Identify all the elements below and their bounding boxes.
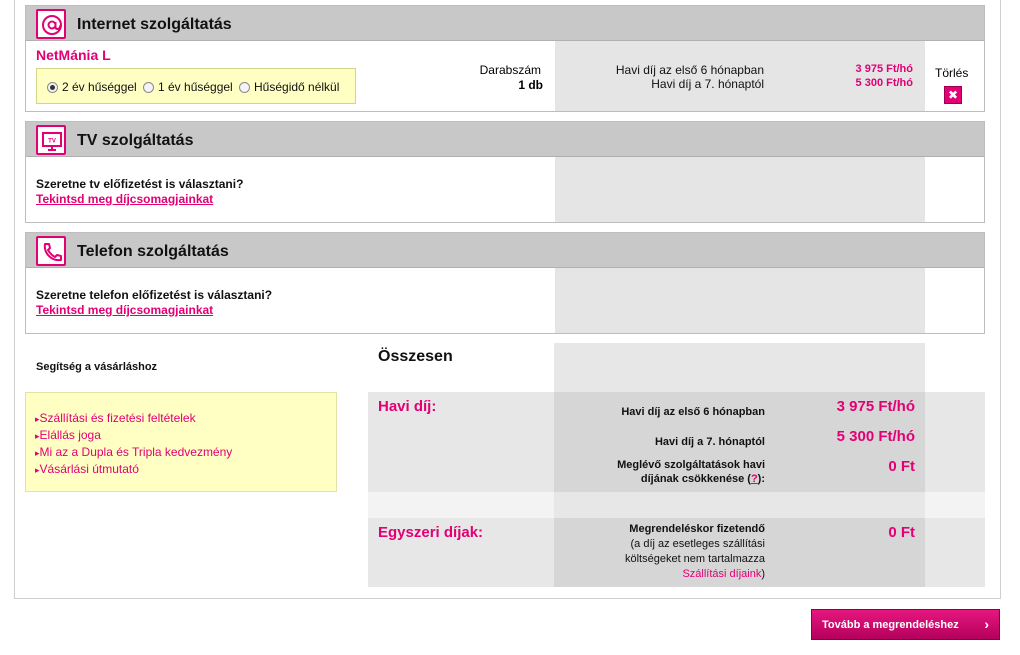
quantity-value: 1 db — [518, 78, 543, 92]
tv-panel-header: TV TV szolgáltatás — [26, 122, 984, 157]
radio-unselected[interactable] — [143, 81, 154, 93]
phone-question: Szeretne telefon előfizetést is választa… — [36, 288, 273, 302]
tv-panel-title: TV szolgáltatás — [77, 132, 194, 149]
shipping-fees-link[interactable]: Szállítási díjaink — [682, 568, 761, 580]
close-icon: ✖ — [947, 88, 959, 102]
option-label: 1 év hűséggel — [158, 80, 233, 94]
onetime-note-line: (a díj az esetleges szállítási — [630, 538, 765, 550]
quantity-label: Darabszám — [479, 63, 541, 77]
onetime-value: 0 Ft — [888, 524, 915, 541]
option-2-year[interactable]: 2 év hűséggel — [47, 80, 137, 94]
option-no-contract[interactable]: Hűségidő nélkül — [239, 80, 339, 94]
fee-after-label: Havi díj a 7. hónaptól — [651, 77, 764, 91]
contract-options: 2 év hűséggel 1 év hűséggel Hűségidő nél… — [36, 68, 356, 104]
option-1-year[interactable]: 1 év hűséggel — [143, 80, 233, 94]
at-sign-icon — [36, 9, 66, 39]
help-link-discount[interactable]: Mi az a Dupla és Tripla kedvezmény — [35, 444, 336, 461]
onetime-note: Megrendeléskor fizetendő (a díj az esetl… — [625, 522, 765, 582]
help-link-guide[interactable]: Vásárlási útmutató — [35, 461, 336, 478]
help-link-shipping[interactable]: Szállítási és fizetési feltételek — [35, 410, 336, 427]
internet-panel-title: Internet szolgáltatás — [77, 16, 232, 33]
tv-packages-link[interactable]: Tekintsd meg díjcsomagjainkat — [36, 192, 213, 206]
internet-panel-header: Internet szolgáltatás — [26, 6, 984, 41]
continue-order-label: Tovább a megrendeléshez — [822, 618, 959, 631]
reduction-label-line: díjának csökkenése (?): — [617, 472, 765, 486]
option-label: 2 év hűséggel — [62, 80, 137, 94]
phone-packages-link[interactable]: Tekintsd meg díjcsomagjainkat — [36, 303, 213, 317]
summary-spacer-column — [554, 492, 925, 518]
reduction-label-text: díjának csökkenése ( — [640, 473, 751, 485]
continue-order-button[interactable]: Tovább a megrendeléshez › — [811, 609, 1000, 640]
onetime-note-text: ) — [761, 568, 765, 580]
phone-panel-title: Telefon szolgáltatás — [77, 243, 229, 260]
onetime-heading: Egyszeri díjak: — [378, 524, 484, 541]
reduction-label-text: ): — [757, 473, 765, 485]
onetime-note-line: költségeket nem tartalmazza — [624, 553, 765, 565]
monthly-first-label: Havi díj az első 6 hónapban — [621, 406, 765, 418]
help-link-withdrawal[interactable]: Elállás joga — [35, 427, 336, 444]
help-title: Segítség a vásárláshoz — [36, 361, 158, 373]
monthly-after-label: Havi díj a 7. hónaptól — [654, 436, 765, 448]
fee-first-value: 3 975 Ft/hó — [855, 63, 913, 75]
option-label: Hűségidő nélkül — [254, 80, 340, 94]
fee-first-label: Havi díj az első 6 hónapban — [615, 63, 764, 77]
help-links-box: Szállítási és fizetési feltételek Elállá… — [25, 392, 337, 492]
chevron-right-icon: › — [984, 616, 989, 632]
monthly-after-value: 5 300 Ft/hó — [836, 428, 915, 445]
reduction-value: 0 Ft — [888, 458, 915, 475]
svg-text:TV: TV — [48, 139, 56, 145]
onetime-note-line: Szállítási díjaink) — [625, 567, 765, 582]
tv-panel: TV TV szolgáltatás Szeretne tv előfizeté… — [25, 121, 985, 223]
reduction-help-link[interactable]: ? — [751, 473, 758, 485]
reduction-label: Meglévő szolgáltatások havi díjának csök… — [617, 458, 765, 486]
price-column — [555, 157, 925, 222]
radio-selected[interactable] — [47, 81, 58, 93]
onetime-label: Megrendeléskor fizetendő — [629, 523, 765, 535]
phone-panel: Telefon szolgáltatás Szeretne telefon el… — [25, 232, 985, 334]
internet-panel: Internet szolgáltatás NetMánia L 2 év hű… — [25, 5, 985, 112]
monthly-first-value: 3 975 Ft/hó — [836, 398, 915, 415]
tv-icon: TV — [36, 125, 66, 155]
monthly-heading: Havi díj: — [378, 398, 437, 415]
reduction-label-line: Meglévő szolgáltatások havi — [617, 459, 765, 471]
delete-label: Törlés — [935, 66, 969, 80]
tv-question: Szeretne tv előfizetést is választani? — [36, 177, 244, 191]
phone-icon — [36, 236, 66, 266]
phone-panel-header: Telefon szolgáltatás — [26, 233, 984, 268]
radio-unselected[interactable] — [239, 81, 250, 93]
delete-button[interactable]: ✖ — [944, 86, 962, 104]
fee-after-value: 5 300 Ft/hó — [855, 77, 913, 89]
product-name: NetMánia L — [36, 47, 111, 63]
summary-title: Összesen — [378, 348, 453, 365]
summary-top-band — [554, 343, 925, 392]
price-column — [555, 268, 925, 333]
